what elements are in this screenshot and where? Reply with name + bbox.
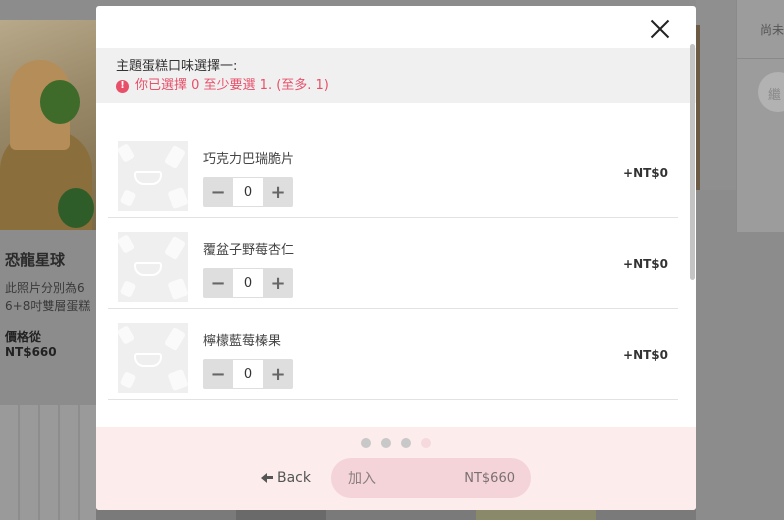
section-header: 主題蛋糕口味選擇一: ! 你已選擇 0 至少要選 1. (至多. 1)	[96, 48, 696, 103]
increase-button[interactable]: +	[263, 177, 293, 207]
flavor-item: 覆盆子野莓杏仁 − 0 + +NT$0	[108, 219, 678, 309]
quantity-value[interactable]: 0	[233, 268, 263, 298]
quantity-stepper: − 0 +	[203, 268, 293, 298]
flavor-name: 覆盆子野莓杏仁	[203, 243, 295, 258]
dinosaur-decoration	[58, 188, 94, 228]
decrease-button[interactable]: −	[203, 359, 233, 389]
divider	[737, 58, 784, 59]
selection-warning: ! 你已選擇 0 至少要選 1. (至多. 1)	[116, 77, 696, 95]
flavor-item: 檸檬藍莓榛果 − 0 + +NT$0	[108, 310, 678, 400]
back-label: Back	[277, 470, 311, 486]
flavor-name: 巧克力巴瑞脆片	[203, 152, 295, 167]
quantity-stepper: − 0 +	[203, 359, 293, 389]
flavor-name: 檸檬藍莓榛果	[203, 334, 282, 349]
flavor-item: 巧克力巴瑞脆片 − 0 + +NT$0	[108, 128, 678, 218]
alert-icon: !	[116, 79, 129, 93]
flavor-price: +NT$0	[623, 348, 668, 362]
modal-footer: Back 加入 NT$660	[96, 427, 696, 510]
selection-warning-text: 你已選擇 0 至少要選 1. (至多. 1)	[135, 78, 329, 93]
product-description-line: 6+8吋雙層蛋糕	[5, 299, 91, 313]
increase-button[interactable]: +	[263, 268, 293, 298]
product-photo-right[interactable]	[696, 0, 736, 190]
back-button[interactable]: Back	[261, 470, 311, 486]
decrease-button[interactable]: −	[203, 177, 233, 207]
background-area	[696, 232, 784, 520]
quantity-value[interactable]: 0	[233, 359, 263, 389]
section-title: 主題蛋糕口味選擇一:	[116, 59, 238, 74]
product-description: 此照片分別為6 6+8吋雙層蛋糕	[5, 279, 97, 315]
step-dot	[401, 438, 411, 448]
add-price: NT$660	[464, 470, 515, 486]
flavor-price: +NT$0	[623, 166, 668, 180]
step-indicator	[361, 438, 431, 448]
flavor-thumbnail	[118, 141, 188, 211]
arrow-left-icon	[261, 472, 273, 484]
step-dot	[381, 438, 391, 448]
product-photo[interactable]	[0, 20, 96, 230]
add-to-cart-button[interactable]: 加入 NT$660	[331, 458, 531, 498]
flavor-price: +NT$0	[623, 257, 668, 271]
quantity-stepper: − 0 +	[203, 177, 293, 207]
flavor-thumbnail	[118, 323, 188, 393]
cart-panel-text: 尚未	[760, 23, 784, 37]
product-photo-bottom[interactable]	[0, 405, 96, 520]
step-dot-current	[421, 438, 431, 448]
quantity-value[interactable]: 0	[233, 177, 263, 207]
price-value: NT$660	[5, 345, 57, 359]
add-label: 加入	[348, 471, 376, 487]
flavor-thumbnail	[118, 232, 188, 302]
product-title[interactable]: 恐龍星球	[5, 249, 65, 270]
product-description-line: 此照片分別為6	[5, 281, 85, 295]
dinosaur-decoration	[40, 80, 80, 124]
decrease-button[interactable]: −	[203, 268, 233, 298]
step-dot	[361, 438, 371, 448]
increase-button[interactable]: +	[263, 359, 293, 389]
close-icon[interactable]	[649, 19, 671, 41]
scrollbar[interactable]	[690, 44, 695, 280]
price-label: 價格從	[5, 330, 42, 344]
flavor-select-modal: 主題蛋糕口味選擇一: ! 你已選擇 0 至少要選 1. (至多. 1) 巧克力巴…	[96, 6, 696, 510]
